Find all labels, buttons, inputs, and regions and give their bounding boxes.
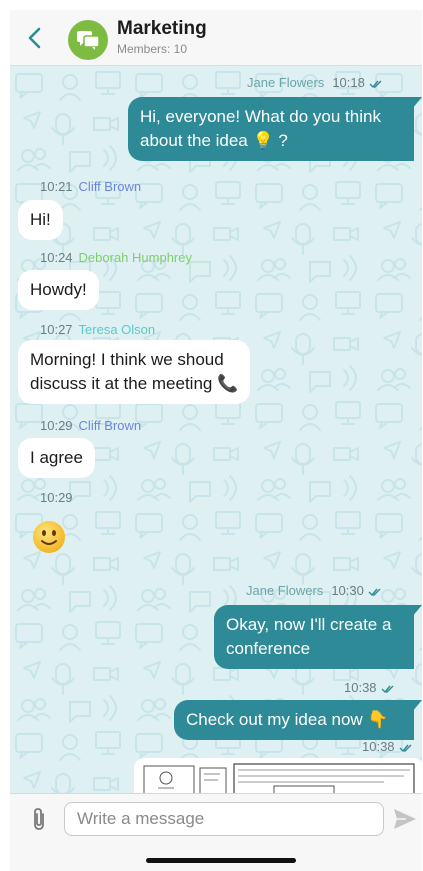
message-meta: 10:24 Deborah Humphrey [40, 250, 192, 265]
read-receipt-icon [381, 685, 394, 693]
home-indicator[interactable] [146, 858, 296, 863]
avatar[interactable] [68, 20, 108, 60]
read-receipt-icon [369, 80, 382, 88]
read-receipt-icon [368, 588, 381, 596]
message-list[interactable]: Jane Flowers 10:18 Hi, everyone! What do … [10, 66, 422, 793]
image-preview[interactable] [134, 758, 422, 793]
paperclip-icon[interactable] [28, 806, 50, 832]
message-input[interactable] [64, 802, 384, 836]
message-bubble[interactable]: Okay, now I'll create a conference [214, 605, 422, 669]
message-meta: 10:38 [344, 680, 395, 695]
chat-group-icon [77, 31, 100, 50]
message-bubble[interactable]: Morning! I think we shoud discuss it at … [18, 340, 251, 404]
read-receipt-icon [399, 744, 412, 752]
chevron-left-icon[interactable] [24, 24, 46, 52]
chat-screen: Marketing Members: 10 Jane Flowers 10:18… [10, 10, 422, 871]
chat-header: Marketing Members: 10 [10, 10, 422, 66]
message-bubble[interactable]: Hi! [18, 200, 63, 240]
message-meta: Jane Flowers 10:30 [246, 583, 382, 598]
composer-bar [10, 793, 422, 871]
message-meta: 10:27 Teresa Olson [40, 322, 156, 337]
sketch-image [143, 763, 415, 793]
message-bubble[interactable]: Howdy! [18, 270, 99, 310]
message-meta: Jane Flowers 10:18 [247, 75, 383, 90]
message-bubble[interactable]: I agree [18, 438, 95, 478]
chat-title: Marketing [117, 18, 207, 39]
message-bubble[interactable]: Hi, everyone! What do you think about th… [128, 97, 422, 161]
message-meta: 10:29 Cliff Brown [40, 418, 142, 433]
slightly-smiling-face-icon[interactable] [32, 520, 66, 554]
message-meta: 10:38 [362, 739, 413, 754]
members-count: Members: 10 [117, 42, 188, 56]
message-bubble[interactable]: Check out my idea now 👇 [174, 700, 422, 740]
message-meta: 10:21 Cliff Brown [40, 179, 142, 194]
message-meta: 10:29 [40, 490, 73, 505]
send-icon[interactable] [392, 807, 418, 831]
